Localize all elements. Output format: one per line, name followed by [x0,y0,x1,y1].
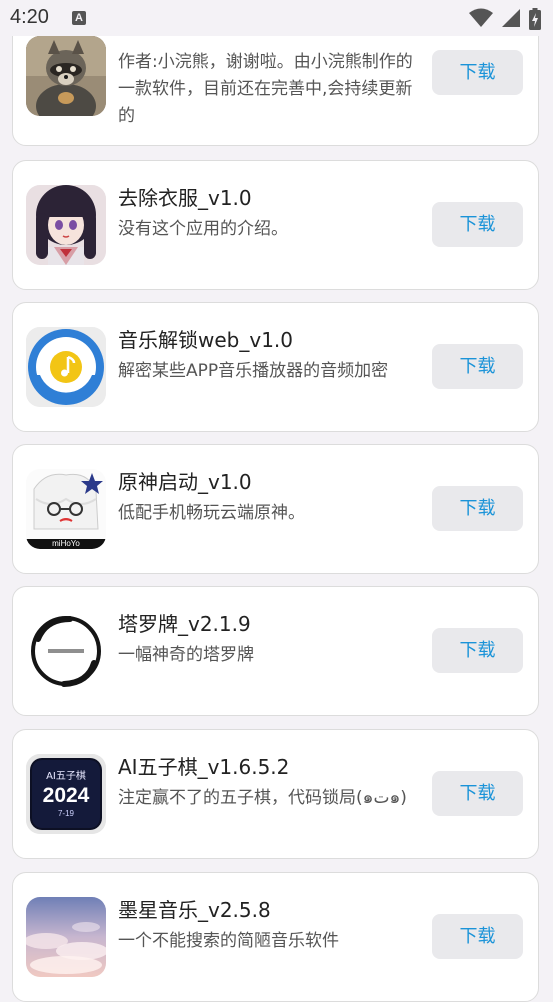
app-description: 低配手机畅玩云端原神。 [118,503,305,523]
app-description: 一个不能搜索的简陋音乐软件 [118,931,339,951]
signal-icon [501,9,520,27]
app-list[interactable]: 作者:小浣熊，谢谢啦。由小浣熊制作的一款软件，目前还在完善中,会持续更新的 下载… [0,0,553,1002]
app-name: 塔罗牌_v2.1.9 [118,612,251,636]
app-card: 墨星音乐_v2.5.8 一个不能搜索的简陋音乐软件 下载 [12,872,539,1002]
notification-icon: A [72,11,86,25]
download-button[interactable]: 下载 [432,202,523,247]
app-card: miHoYo 原神启动_v1.0 低配手机畅玩云端原神。 下载 [12,444,539,574]
download-button[interactable]: 下载 [432,628,523,673]
download-button[interactable]: 下载 [432,771,523,816]
sky-clouds-icon [26,897,106,977]
icon-caption-main: 2024 [42,784,90,807]
download-button[interactable]: 下载 [432,50,523,95]
wifi-icon [468,8,493,27]
app-card: AI五子棋 2024 7-19 AI五子棋_v1.6.5.2 注定赢不了的五子棋… [12,729,539,859]
icon-caption-top: AI五子棋 [46,771,86,782]
battery-charging-icon [529,8,541,30]
download-button[interactable]: 下载 [432,914,523,959]
app-name: 去除衣服_v1.0 [118,186,252,210]
gomoku-2024-icon: AI五子棋 2024 7-19 [26,754,106,834]
genshin-character-icon: miHoYo [26,469,106,549]
app-description: 解密某些APP音乐播放器的音频加密 [118,361,389,381]
app-description: 一幅神奇的塔罗牌 [118,645,254,665]
app-name: 原神启动_v1.0 [118,470,252,494]
tarot-ring-icon [26,611,106,691]
app-card: 音乐解锁web_v1.0 解密某些APP音乐播放器的音频加密 下载 [12,302,539,432]
raccoon-avatar-icon [26,36,106,116]
status-time: 4:20 [10,6,49,28]
anime-girl-avatar-icon [26,185,106,265]
app-name: 墨星音乐_v2.5.8 [118,898,271,922]
status-bar: 4:20 A [0,0,553,36]
app-description: 注定赢不了的五子棋，代码锁局(๑ت๑) [118,788,407,808]
status-icons [465,8,541,30]
download-button[interactable]: 下载 [432,344,523,389]
app-card: 去除衣服_v1.0 没有这个应用的介绍。 下载 [12,160,539,290]
app-card: 塔罗牌_v2.1.9 一幅神奇的塔罗牌 下载 [12,586,539,716]
download-button[interactable]: 下载 [432,486,523,531]
icon-caption: miHoYo [52,539,80,548]
app-name: 音乐解锁web_v1.0 [118,328,293,352]
app-name: AI五子棋_v1.6.5.2 [118,755,290,779]
app-description: 作者:小浣熊，谢谢啦。由小浣熊制作的一款软件，目前还在完善中,会持续更新的 [118,52,413,126]
icon-caption-bottom: 7-19 [57,809,74,818]
app-description: 没有这个应用的介绍。 [118,219,288,239]
music-unlock-icon [26,327,106,407]
